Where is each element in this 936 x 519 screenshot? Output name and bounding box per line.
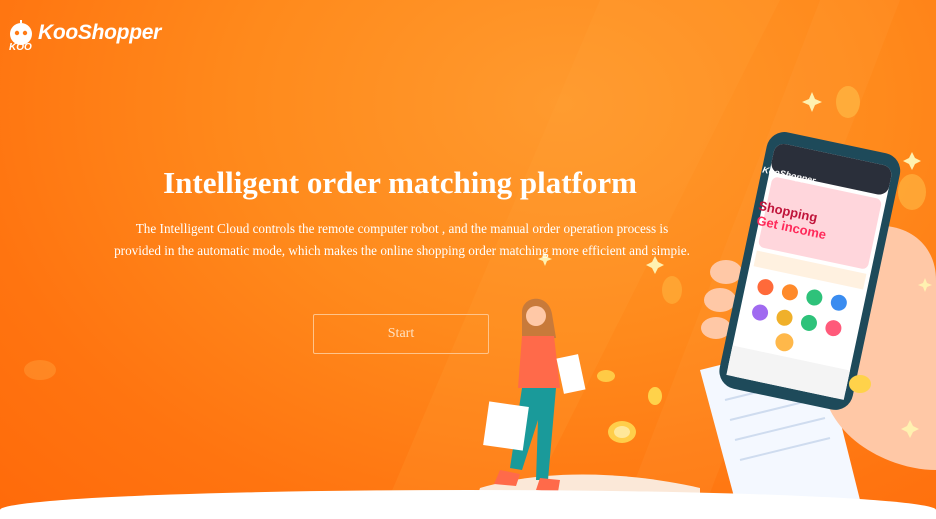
- hero-section: KooShopper Shopping Get income KooShoppe…: [0, 0, 936, 519]
- hero-description: The Intelligent Cloud controls the remot…: [114, 221, 690, 258]
- hero-title: Intelligent order matching platform: [163, 165, 637, 200]
- brand-name: KooShopper: [38, 21, 161, 44]
- brand-mark-text: KOO: [9, 42, 32, 53]
- start-button[interactable]: Start: [313, 314, 489, 354]
